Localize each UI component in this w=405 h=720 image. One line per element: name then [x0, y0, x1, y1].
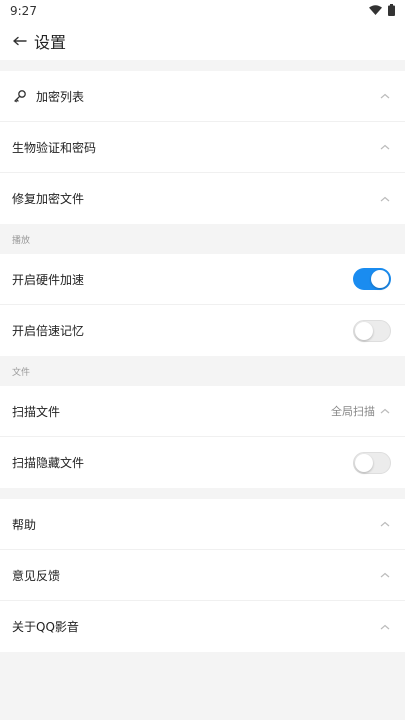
encryption-list-item[interactable]: 加密列表	[0, 71, 405, 122]
scan-hidden-item: 扫描隐藏文件	[0, 437, 405, 488]
status-icons	[369, 3, 395, 19]
files-section: 扫描文件 全局扫描 扫描隐藏文件	[0, 386, 405, 488]
other-section: 帮助 意见反馈 关于QQ影音	[0, 499, 405, 652]
chevron-icon	[379, 570, 391, 580]
status-bar: 9:27	[0, 0, 405, 22]
chevron-icon	[379, 91, 391, 101]
encryption-section: 加密列表 生物验证和密码 修复加密文件	[0, 71, 405, 224]
biometric-password-label: 生物验证和密码	[12, 140, 97, 155]
hw-accel-toggle[interactable]	[353, 268, 391, 290]
feedback-item[interactable]: 意见反馈	[0, 550, 405, 601]
chevron-icon	[379, 406, 391, 416]
app-bar: 设置	[0, 22, 405, 60]
hw-accel-label: 开启硬件加速	[12, 272, 85, 287]
speed-memory-toggle[interactable]	[353, 319, 391, 342]
chevron-icon	[379, 194, 391, 204]
divider	[0, 488, 405, 499]
files-section-header: 文件	[0, 356, 405, 386]
about-label: 关于QQ影音	[12, 620, 79, 634]
repair-encrypted-item[interactable]: 修复加密文件	[0, 173, 405, 224]
wifi-icon	[369, 4, 382, 18]
toggle-knob	[371, 270, 389, 288]
scan-files-item[interactable]: 扫描文件 全局扫描	[0, 386, 405, 437]
chevron-icon	[379, 622, 391, 632]
battery-icon	[388, 3, 395, 19]
repair-encrypted-label: 修复加密文件	[12, 192, 85, 206]
help-label: 帮助	[12, 517, 37, 532]
hw-accel-item: 开启硬件加速	[0, 254, 405, 305]
status-time: 9:27	[10, 4, 37, 18]
encryption-list-label: 加密列表	[36, 89, 85, 104]
help-item[interactable]: 帮助	[0, 499, 405, 550]
chevron-icon	[379, 142, 391, 152]
chevron-icon	[379, 519, 391, 529]
speed-memory-item: 开启倍速记忆	[0, 305, 405, 356]
biometric-password-item[interactable]: 生物验证和密码	[0, 122, 405, 173]
key-icon	[12, 88, 28, 104]
speed-memory-label: 开启倍速记忆	[12, 324, 85, 338]
toggle-knob	[355, 321, 373, 340]
back-arrow-icon[interactable]	[10, 31, 30, 51]
playback-section-header: 播放	[0, 224, 405, 254]
feedback-label: 意见反馈	[12, 568, 61, 583]
divider	[0, 60, 405, 71]
playback-section: 开启硬件加速 开启倍速记忆	[0, 254, 405, 356]
scan-files-value: 全局扫描	[331, 405, 375, 418]
about-item[interactable]: 关于QQ影音	[0, 601, 405, 652]
scan-hidden-label: 扫描隐藏文件	[12, 456, 85, 470]
scan-hidden-toggle[interactable]	[353, 451, 391, 474]
toggle-knob	[355, 453, 373, 472]
scan-files-label: 扫描文件	[12, 404, 61, 419]
page-title: 设置	[34, 33, 67, 52]
